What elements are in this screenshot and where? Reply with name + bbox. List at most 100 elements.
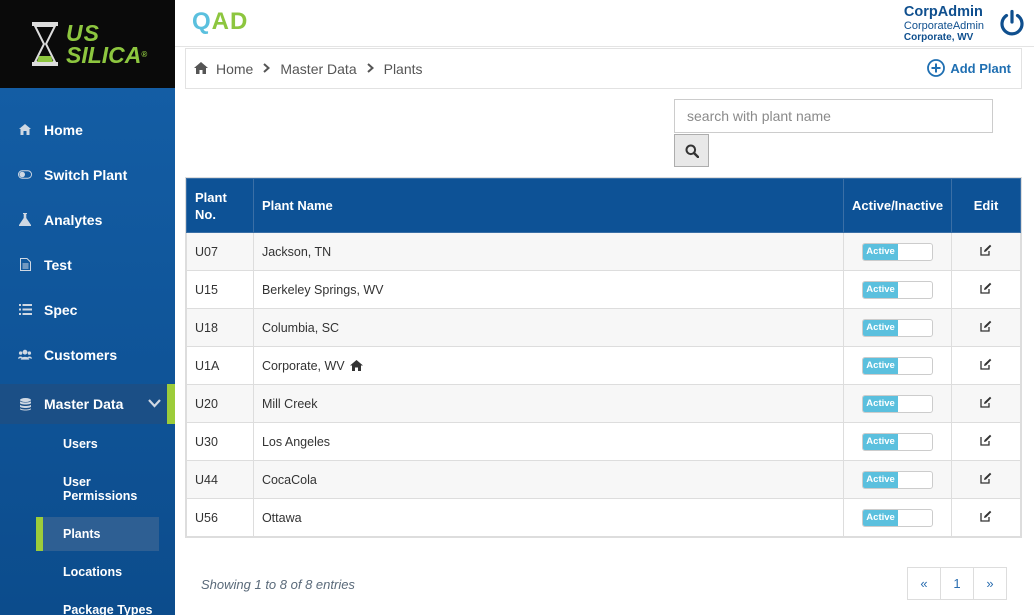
active-toggle[interactable]: Active	[862, 242, 934, 261]
column-header-edit: Edit	[951, 178, 1021, 233]
cell-plant-name: Columbia, SC	[252, 308, 845, 347]
hourglass-logo-icon	[32, 22, 58, 66]
table-row: U18 Columbia, SC Active	[186, 308, 1021, 347]
home-icon	[18, 123, 32, 137]
sidebar-item-home[interactable]: Home	[0, 107, 175, 152]
table-row: U56 Ottawa Active	[186, 498, 1021, 537]
toggle-label: Active	[863, 243, 899, 260]
table-row: U15 Berkeley Springs, WV Active	[186, 270, 1021, 309]
database-icon	[18, 397, 32, 411]
plant-name-text: Mill Creek	[261, 396, 318, 411]
cell-plant-name: Los Angeles	[252, 422, 845, 461]
column-header-active[interactable]: Active/Inactive	[843, 178, 953, 233]
sidebar-item-customers[interactable]: Customers	[0, 332, 175, 377]
active-toggle[interactable]: Active	[862, 394, 934, 413]
cell-plant-name: Mill Creek	[252, 384, 845, 423]
user-name: CorpAdmin	[903, 4, 983, 20]
cell-plant-name: Ottawa	[252, 498, 845, 537]
cell-edit	[951, 346, 1021, 385]
chevron-down-icon	[148, 395, 161, 411]
search-button[interactable]	[674, 134, 709, 167]
sidebar-item-label: Spec	[44, 301, 78, 318]
breadcrumb: Home Master Data Plants	[186, 61, 423, 77]
sidebar-item-label: Master Data	[44, 396, 124, 412]
list-icon	[18, 303, 32, 317]
cell-plant-no: U1A	[186, 346, 254, 385]
cell-plant-no: U56	[186, 498, 254, 537]
cell-plant-no: U44	[186, 460, 254, 499]
sidebar-item-label: Analytes	[44, 211, 103, 228]
active-toggle[interactable]: Active	[862, 508, 934, 527]
pagination-next[interactable]: »	[973, 567, 1007, 600]
user-info: CorpAdmin CorporateAdmin Corporate, WV	[904, 4, 984, 44]
cell-edit	[951, 422, 1021, 461]
table-row: U30 Los Angeles Active	[186, 422, 1021, 461]
cell-plant-name: Berkeley Springs, WV	[252, 270, 845, 309]
cell-plant-name: CocaCola	[252, 460, 845, 499]
plant-name-text: CocaCola	[261, 472, 317, 487]
power-icon[interactable]	[998, 9, 1026, 37]
edit-icon[interactable]	[980, 434, 992, 449]
edit-icon[interactable]	[980, 244, 992, 259]
plant-name-text: Ottawa	[261, 510, 302, 525]
edit-icon[interactable]	[980, 510, 992, 525]
home-icon	[349, 360, 363, 371]
sidebar-subitem-package-types[interactable]: Package Types	[0, 590, 175, 615]
search-input[interactable]	[674, 99, 993, 133]
logo-text-silica: SILICA	[66, 42, 142, 68]
cell-plant-no: U07	[186, 232, 254, 271]
edit-icon[interactable]	[980, 472, 992, 487]
sidebar-subitem-users[interactable]: Users	[0, 424, 175, 464]
sidebar-item-label: Test	[44, 256, 72, 273]
column-header-plant-no[interactable]: Plant No.	[186, 178, 254, 233]
plants-table: Plant No. Plant Name Active/Inactive Edi…	[185, 177, 1022, 538]
plus-circle-icon	[927, 59, 946, 77]
cell-status: Active	[843, 422, 953, 461]
sidebar-subitem-user-permissions[interactable]: User Permissions	[0, 464, 175, 514]
edit-icon[interactable]	[980, 358, 992, 373]
column-header-label: Plant No.	[195, 189, 227, 222]
table-row: U44 CocaCola Active	[186, 460, 1021, 499]
sidebar-subitem-locations[interactable]: Locations	[0, 554, 175, 590]
sidebar: US SILICA® Home Switch Plant Analytes Te…	[0, 0, 175, 615]
active-toggle[interactable]: Active	[862, 432, 934, 451]
add-plant-button[interactable]: Add Plant	[927, 59, 1011, 77]
toggle-label: Active	[863, 395, 899, 412]
edit-icon[interactable]	[980, 282, 992, 297]
logo-registered: ®	[141, 50, 148, 59]
sidebar-item-analytes[interactable]: Analytes	[0, 197, 175, 242]
column-header-plant-name[interactable]: Plant Name	[252, 178, 845, 233]
pagination-page-1[interactable]: 1	[940, 567, 974, 600]
active-toggle[interactable]: Active	[862, 470, 934, 489]
cell-plant-no: U20	[186, 384, 254, 423]
active-toggle[interactable]: Active	[862, 280, 934, 299]
cell-plant-no: U15	[186, 270, 254, 309]
chevron-right-icon	[366, 62, 374, 76]
sidebar-item-master-data[interactable]: Master Data	[0, 384, 175, 424]
app-title-q: Q	[192, 8, 212, 35]
plant-name-text: Corporate, WV	[261, 358, 345, 373]
sidebar-subitem-plants[interactable]: Plants	[36, 517, 159, 551]
pagination-prev[interactable]: «	[907, 567, 941, 600]
plant-name-text: Berkeley Springs, WV	[261, 282, 384, 297]
sidebar-item-test[interactable]: Test	[0, 242, 175, 287]
breadcrumb-panel: Home Master Data Plants Add Plant	[185, 48, 1022, 89]
breadcrumb-current: Plants	[383, 60, 423, 77]
toggle-label: Active	[863, 433, 899, 450]
sidebar-item-switch-plant[interactable]: Switch Plant	[0, 152, 175, 197]
edit-icon[interactable]	[980, 396, 992, 411]
app-title-a: A	[211, 8, 231, 35]
sidebar-subitem-label: User Permissions	[63, 475, 138, 503]
active-toggle[interactable]: Active	[862, 318, 934, 337]
pagination: « 1 »	[907, 567, 1007, 600]
table-header-row: Plant No. Plant Name Active/Inactive Edi…	[186, 178, 1021, 233]
cell-edit	[951, 460, 1021, 499]
breadcrumb-master-data[interactable]: Master Data	[280, 61, 356, 77]
edit-icon[interactable]	[980, 320, 992, 335]
cell-edit	[951, 498, 1021, 537]
active-toggle[interactable]: Active	[862, 356, 934, 375]
cell-status: Active	[843, 346, 953, 385]
sidebar-item-spec[interactable]: Spec	[0, 287, 175, 332]
breadcrumb-home[interactable]: Home	[216, 61, 253, 77]
cell-edit	[951, 232, 1021, 271]
